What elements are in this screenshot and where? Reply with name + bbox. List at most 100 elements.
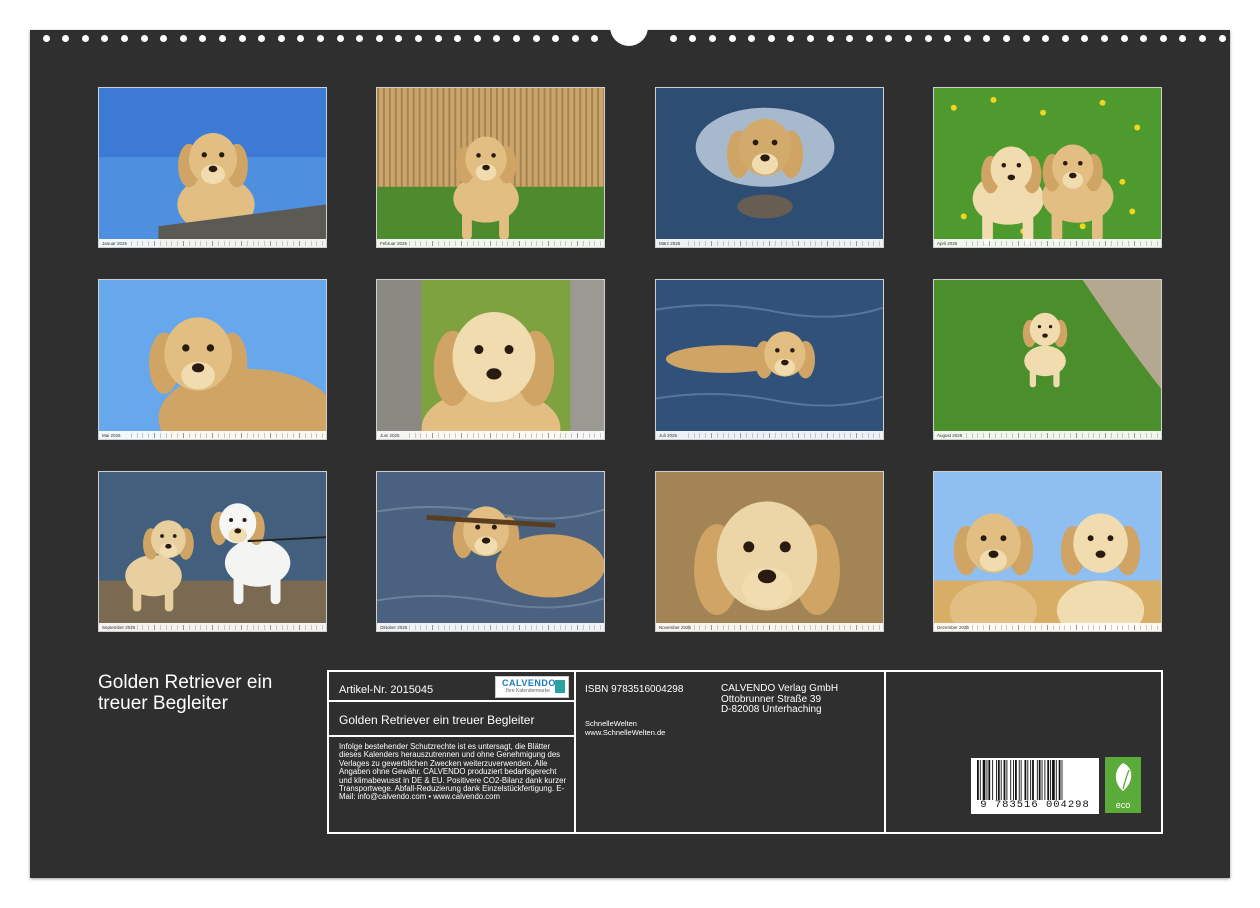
legal-text: Infolge bestehender Schutzrechte ist es … [339, 742, 567, 802]
month-label: Januar 2025 [102, 240, 128, 246]
divider [329, 735, 574, 737]
dog-photo [656, 88, 883, 247]
binding-hole [395, 35, 403, 42]
month-label: Dezember 2025 [937, 624, 970, 630]
binding-hole [1179, 35, 1187, 42]
binding-hole [1061, 35, 1069, 42]
binding-hole [277, 35, 285, 42]
binding-hole [689, 35, 697, 42]
leaf-icon [1115, 763, 1132, 795]
calendar-title: Golden Retriever ein treuer Begleiter [98, 672, 273, 714]
month-label: April 2025 [937, 240, 958, 246]
month-label: Juli 2025 [659, 432, 678, 438]
binding-hole [1081, 35, 1089, 42]
month-date-strip: Dezember 2025 [934, 623, 1161, 631]
month-date-strip: November 2025 [656, 623, 883, 631]
divider [574, 672, 576, 832]
day-cells [688, 624, 880, 630]
dog-photo [99, 88, 326, 247]
dog-photo [934, 280, 1161, 439]
dog-photo [99, 472, 326, 631]
month-label: Mai 2025 [102, 432, 121, 438]
publisher-name: CALVENDO Verlag GmbH [721, 683, 839, 694]
article-number: Artikel-Nr. 2015045 [339, 684, 434, 696]
binding-hole [375, 35, 383, 42]
info-box: Artikel-Nr. 2015045 CALVENDO Ihre Kalend… [327, 670, 1163, 834]
day-cells [688, 432, 880, 438]
day-cells [131, 240, 323, 246]
binding-hole [199, 35, 207, 42]
binding-hole [1120, 35, 1128, 42]
month-thumbnail: Dezember 2025 [933, 471, 1162, 632]
month-thumbnail: Februar 2025 [376, 87, 605, 248]
month-date-strip: Februar 2025 [377, 239, 604, 247]
binding-hole [885, 35, 893, 42]
binding-hole [238, 35, 246, 42]
binding-hole [767, 35, 775, 42]
day-cells [131, 624, 323, 630]
binding-hole [81, 35, 89, 42]
barcode: 9 783516 004298 [971, 758, 1099, 814]
day-cells [966, 624, 1158, 630]
binding-hole [473, 35, 481, 42]
day-cells [688, 240, 880, 246]
month-thumbnail: Mai 2025 [98, 279, 327, 440]
calvendo-mark-icon [555, 680, 565, 693]
binding-hole [140, 35, 148, 42]
dog-photo [377, 472, 604, 631]
binding-hole [983, 35, 991, 42]
month-date-strip: Oktober 2025 [377, 623, 604, 631]
binding-hole [336, 35, 344, 42]
binding-hole [1140, 35, 1148, 42]
month-label: Oktober 2025 [380, 624, 408, 630]
month-label: August 2025 [937, 432, 963, 438]
binding-hole [160, 35, 168, 42]
binding-hole [787, 35, 795, 42]
month-date-strip: Januar 2025 [99, 239, 326, 247]
month-thumbnail: Januar 2025 [98, 87, 327, 248]
month-thumbnail: September 2025 [98, 471, 327, 632]
binding-hole [865, 35, 873, 42]
month-label: Juni 2025 [380, 432, 400, 438]
eco-badge: eco [1105, 757, 1141, 813]
month-date-strip: März 2025 [656, 239, 883, 247]
month-label: Februar 2025 [380, 240, 408, 246]
binding-hole [297, 35, 305, 42]
binding-hole [728, 35, 736, 42]
month-label: November 2025 [659, 624, 692, 630]
day-cells [131, 432, 323, 438]
binding-hole [258, 35, 266, 42]
month-thumbnail: Juni 2025 [376, 279, 605, 440]
binding-hole [434, 35, 442, 42]
binding-hole [944, 35, 952, 42]
binding-hole [1198, 35, 1206, 42]
binding-hole [316, 35, 324, 42]
month-thumbnail: November 2025 [655, 471, 884, 632]
binding-hole [1218, 35, 1226, 42]
binding-hole [826, 35, 834, 42]
month-thumbnail: Juli 2025 [655, 279, 884, 440]
binding-hole [708, 35, 716, 42]
binding-hole [1159, 35, 1167, 42]
month-thumbnail: Oktober 2025 [376, 471, 605, 632]
binding-hole [179, 35, 187, 42]
divider [884, 672, 886, 832]
binding-hole [571, 35, 579, 42]
month-thumbnail: März 2025 [655, 87, 884, 248]
binding-hole [904, 35, 912, 42]
binding-hole [120, 35, 128, 42]
binding-hole [846, 35, 854, 42]
month-thumbnail: April 2025 [933, 87, 1162, 248]
month-date-strip: April 2025 [934, 239, 1161, 247]
binding-hole [512, 35, 520, 42]
book-title: Golden Retriever ein treuer Begleiter [339, 713, 535, 727]
eco-label: eco [1115, 800, 1131, 810]
binding-hole [806, 35, 814, 42]
binding-hole [218, 35, 226, 42]
binding-hole [356, 35, 364, 42]
author-website: www.SchnelleWelten.de [585, 727, 666, 737]
binding-hole [62, 35, 70, 42]
month-date-strip: August 2025 [934, 431, 1161, 439]
day-cells [409, 432, 601, 438]
month-date-strip: Juli 2025 [656, 431, 883, 439]
